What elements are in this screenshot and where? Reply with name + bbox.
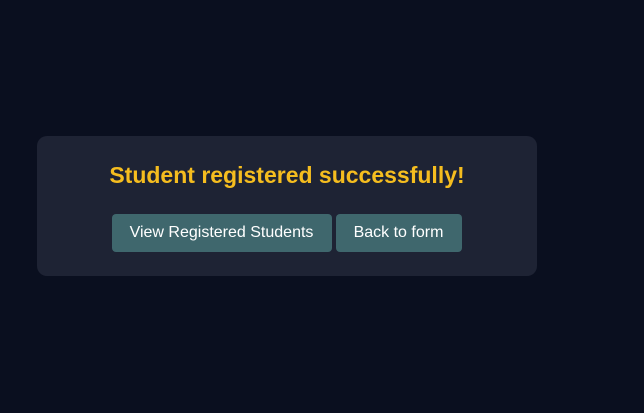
view-registered-students-button[interactable]: View Registered Students (111, 214, 332, 252)
success-message: Student registered successfully! (109, 162, 465, 188)
action-buttons: View Registered Students Back to form (37, 214, 537, 252)
back-to-form-button[interactable]: Back to form (335, 214, 462, 252)
success-card: Student registered successfully! View Re… (37, 136, 537, 276)
page: Student registered successfully! View Re… (0, 0, 644, 413)
